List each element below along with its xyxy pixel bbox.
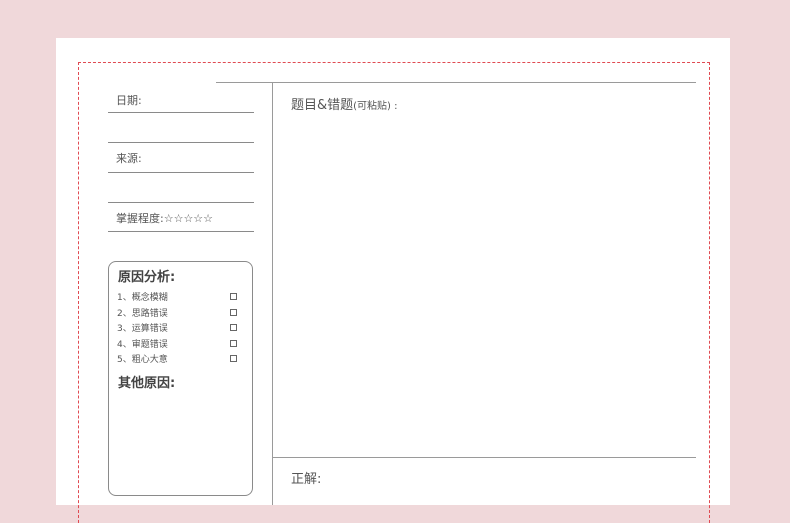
reason-item: 3、运算错误 xyxy=(117,320,237,336)
date-label: 日期: xyxy=(116,94,142,107)
reason-item-label: 3、运算错误 xyxy=(117,324,168,335)
checkbox-icon[interactable] xyxy=(230,355,237,363)
checkbox-icon[interactable] xyxy=(230,324,237,332)
reason-item-label: 5、粗心大意 xyxy=(117,355,168,366)
mastery-stars-icon[interactable]: ☆☆☆☆☆ xyxy=(164,212,213,225)
worksheet-paper: 日期: 来源: 掌握程度:☆☆☆☆☆ 原因分析: 1、概念模糊 2、思路错误 3… xyxy=(56,38,730,523)
answer-label: 正解: xyxy=(291,472,322,487)
mastery-row: 掌握程度:☆☆☆☆☆ xyxy=(116,210,213,226)
source-line-2[interactable] xyxy=(108,202,254,203)
checkbox-icon[interactable] xyxy=(230,339,237,347)
mastery-line xyxy=(108,231,254,232)
reason-list: 1、概念模糊 2、思路错误 3、运算错误 4、审题错误 5、粗心大意 xyxy=(117,289,237,367)
date-line[interactable] xyxy=(108,112,254,113)
reason-title: 原因分析: xyxy=(118,270,176,285)
other-reason-title: 其他原因: xyxy=(118,376,176,391)
date-line-2[interactable] xyxy=(108,142,254,143)
checkbox-icon[interactable] xyxy=(230,308,237,316)
reason-item: 1、概念模糊 xyxy=(117,289,237,305)
source-label: 来源: xyxy=(116,152,142,165)
reason-item-label: 1、概念模糊 xyxy=(117,293,168,304)
top-rule xyxy=(216,82,696,83)
checkbox-icon[interactable] xyxy=(230,293,237,301)
reason-item-label: 4、审题错误 xyxy=(117,339,168,350)
reason-item: 4、审题错误 xyxy=(117,336,237,352)
reason-item-label: 2、思路错误 xyxy=(117,308,168,319)
reason-item: 2、思路错误 xyxy=(117,305,237,321)
reason-analysis-box: 原因分析: 1、概念模糊 2、思路错误 3、运算错误 4、审题错误 5、粗心大意 xyxy=(108,261,253,496)
question-label: 题目&错题 xyxy=(291,98,354,113)
question-heading: 题目&错题(可粘贴) : xyxy=(291,94,398,113)
reason-item: 5、粗心大意 xyxy=(117,351,237,367)
answer-divider xyxy=(272,457,696,458)
source-line[interactable] xyxy=(108,172,254,173)
column-divider xyxy=(272,82,273,505)
question-hint: (可粘贴) : xyxy=(353,101,398,112)
mastery-label: 掌握程度: xyxy=(116,212,164,225)
